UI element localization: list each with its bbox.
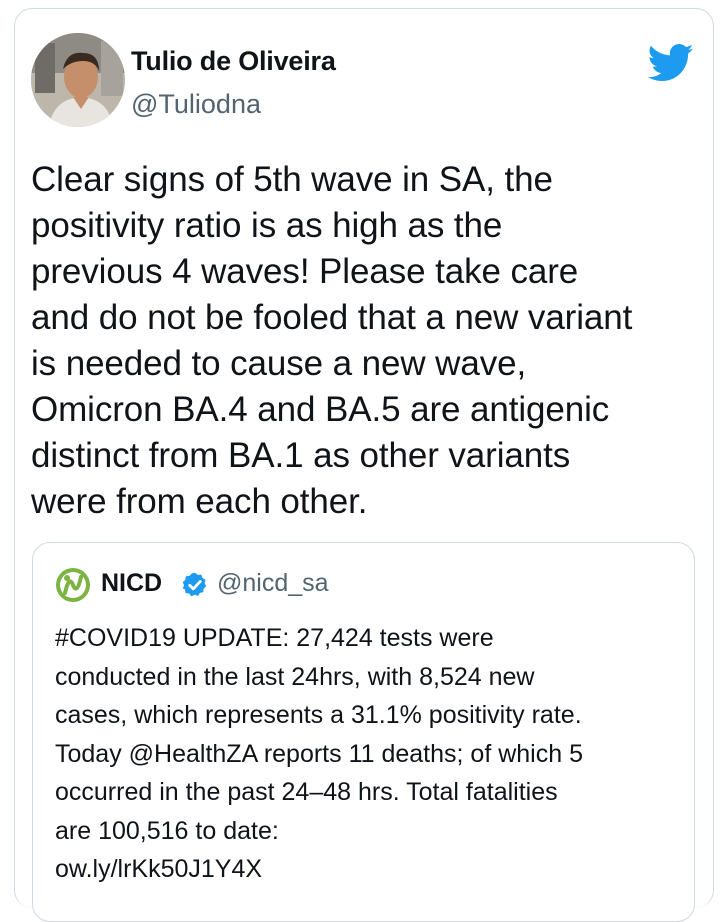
author-handle[interactable]: @Tuliodna [131,89,261,120]
nicd-logo-icon [56,568,90,602]
avatar-photo [31,33,125,127]
author-name[interactable]: Tulio de Oliveira [131,46,336,77]
twitter-bird-icon[interactable] [648,43,694,83]
tweet-text: Clear signs of 5th wave in SA, the posit… [31,160,633,521]
quoted-tweet[interactable]: NICD @nicd_sa #COVID19 UPDATE: 27,424 te… [32,542,695,922]
quoted-author-handle: @nicd_sa [217,569,329,597]
quoted-tweet-text: #COVID19 UPDATE: 27,424 tests were condu… [55,624,583,883]
tweet-card: Tulio de Oliveira @Tuliodna Clear signs … [14,8,714,922]
avatar[interactable] [31,33,125,127]
verified-badge-icon [182,572,207,597]
quoted-author-name: NICD [101,569,163,597]
